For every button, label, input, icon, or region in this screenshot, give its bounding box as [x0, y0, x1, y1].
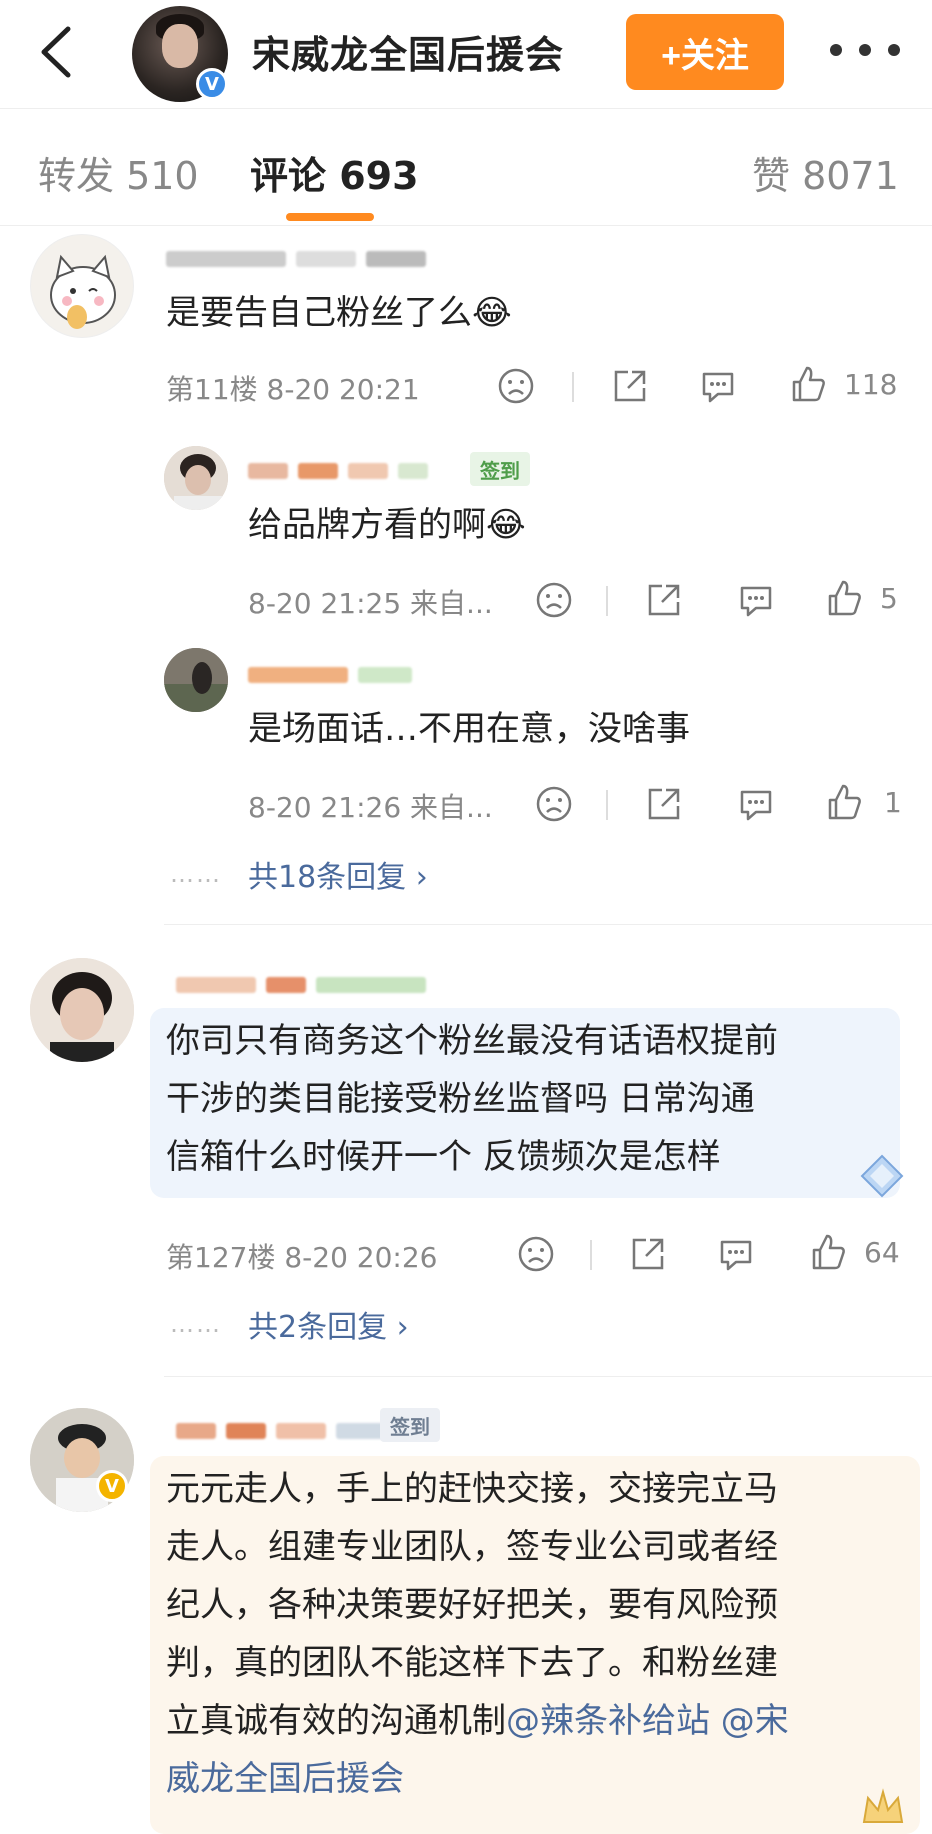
reply-username-blurred[interactable] [248, 462, 428, 480]
like-count: 1 [884, 786, 902, 819]
active-tab-indicator [286, 213, 374, 221]
comment-divider [164, 1376, 932, 1377]
follow-button[interactable]: +关注 [626, 14, 784, 90]
reply-text: 给品牌方看的啊😂 [248, 505, 526, 545]
comment-text-line: 信箱什么时候开一个 反馈频次是怎样 [166, 1137, 721, 1177]
view-all-replies-link[interactable]: 共2条回复 › [248, 1302, 409, 1346]
comment-text-line: 判，真的团队不能这样下去了。和粉丝建 [166, 1643, 778, 1683]
comment-text-line: 威龙全国后援会 [166, 1750, 906, 1808]
crown-decoration-icon [860, 1788, 906, 1828]
dislike-icon[interactable] [534, 784, 574, 824]
mention-link-latiao[interactable]: @辣条补给站 [506, 1701, 710, 1741]
comment-meta: 第11楼 8-20 20:21 [166, 373, 420, 406]
dislike-icon[interactable] [534, 580, 574, 620]
username-blurred[interactable] [176, 976, 426, 994]
back-arrow-icon[interactable] [30, 22, 80, 82]
commenter-avatar[interactable] [30, 958, 134, 1062]
divider [590, 1240, 592, 1270]
like-icon[interactable] [824, 578, 864, 618]
account-name[interactable]: 宋威龙全国后援会 [252, 24, 564, 79]
like-count: 118 [844, 368, 898, 401]
share-icon[interactable] [610, 366, 650, 406]
tab-bar: 转发 510 评论 693 赞 8071 [0, 108, 932, 226]
commenter-avatar[interactable] [30, 234, 134, 338]
top-bar: V 宋威龙全国后援会 +关注 [0, 0, 932, 108]
comment-icon[interactable] [736, 580, 776, 620]
comment-text: 是要告自己粉丝了么😂 [166, 293, 512, 333]
comment-text: 你司只有商务这个粉丝最没有话语权提前 干涉的类目能接受粉丝监督吗 日常沟通 信箱… [166, 1012, 896, 1186]
comment-text-line: 元元走人，手上的赶快交接，交接完立马 [166, 1469, 778, 1509]
username-blurred[interactable] [166, 250, 426, 268]
dislike-icon[interactable] [516, 1234, 556, 1274]
comment-icon[interactable] [716, 1234, 756, 1274]
checkin-badge: 签到 [380, 1408, 440, 1442]
comment-meta: 第127楼 8-20 20:26 [166, 1241, 438, 1274]
view-all-replies-link[interactable]: 共18条回复 › [248, 852, 428, 896]
share-icon[interactable] [644, 784, 684, 824]
share-icon[interactable] [628, 1234, 668, 1274]
reply-username-blurred[interactable] [248, 666, 412, 684]
comment-text-plain: 立真诚有效的沟通机制 [166, 1701, 506, 1741]
username-blurred[interactable] [176, 1422, 396, 1440]
divider [572, 372, 574, 402]
comment-icon[interactable] [698, 366, 738, 406]
mention-link-fanclub[interactable]: @宋 [710, 1701, 789, 1741]
reply-avatar[interactable] [164, 446, 228, 510]
reply-avatar[interactable] [164, 648, 228, 712]
share-icon[interactable] [644, 580, 684, 620]
comment-divider [164, 924, 932, 925]
ellipsis-icon: …… [170, 1310, 222, 1338]
tab-reposts[interactable]: 转发 510 [38, 145, 199, 200]
more-options-icon[interactable] [830, 28, 900, 72]
comment-text-line: 你司只有商务这个粉丝最没有话语权提前 [166, 1021, 778, 1061]
like-count: 64 [864, 1236, 900, 1269]
dislike-icon[interactable] [496, 366, 536, 406]
checkin-badge: 签到 [470, 452, 530, 486]
comment-icon[interactable] [736, 784, 776, 824]
comment-text-line: 纪人，各种决策要好好把关，要有风险预 [166, 1585, 778, 1625]
comment-text-line: 立真诚有效的沟通机制@辣条补给站 @宋 [166, 1692, 906, 1750]
divider [606, 790, 608, 820]
reply-meta: 8-20 21:25 来自... [248, 587, 493, 620]
verified-badge-icon: V [196, 68, 228, 100]
like-icon[interactable] [824, 782, 864, 822]
reply-meta: 8-20 21:26 来自... [248, 791, 493, 824]
divider [606, 586, 608, 616]
like-icon[interactable] [808, 1232, 848, 1272]
verified-badge-icon: V [96, 1470, 128, 1502]
comment-text-line: 干涉的类目能接受粉丝监督吗 日常沟通 [166, 1079, 755, 1119]
like-icon[interactable] [788, 364, 828, 404]
comment-text: 元元走人，手上的赶快交接，交接完立马 走人。组建专业团队，签专业公司或者经 纪人… [166, 1460, 906, 1808]
tab-likes[interactable]: 赞 8071 [752, 145, 899, 200]
ellipsis-icon: …… [170, 860, 222, 888]
diamond-decoration-icon [858, 1152, 906, 1200]
comment-text-line: 走人。组建专业团队，签专业公司或者经 [166, 1527, 778, 1567]
like-count: 5 [880, 582, 898, 615]
tab-comments[interactable]: 评论 693 [250, 145, 419, 200]
reply-text: 是场面话…不用在意，没啥事 [248, 709, 690, 749]
mention-link-fanclub-cont[interactable]: 威龙全国后援会 [166, 1759, 404, 1799]
